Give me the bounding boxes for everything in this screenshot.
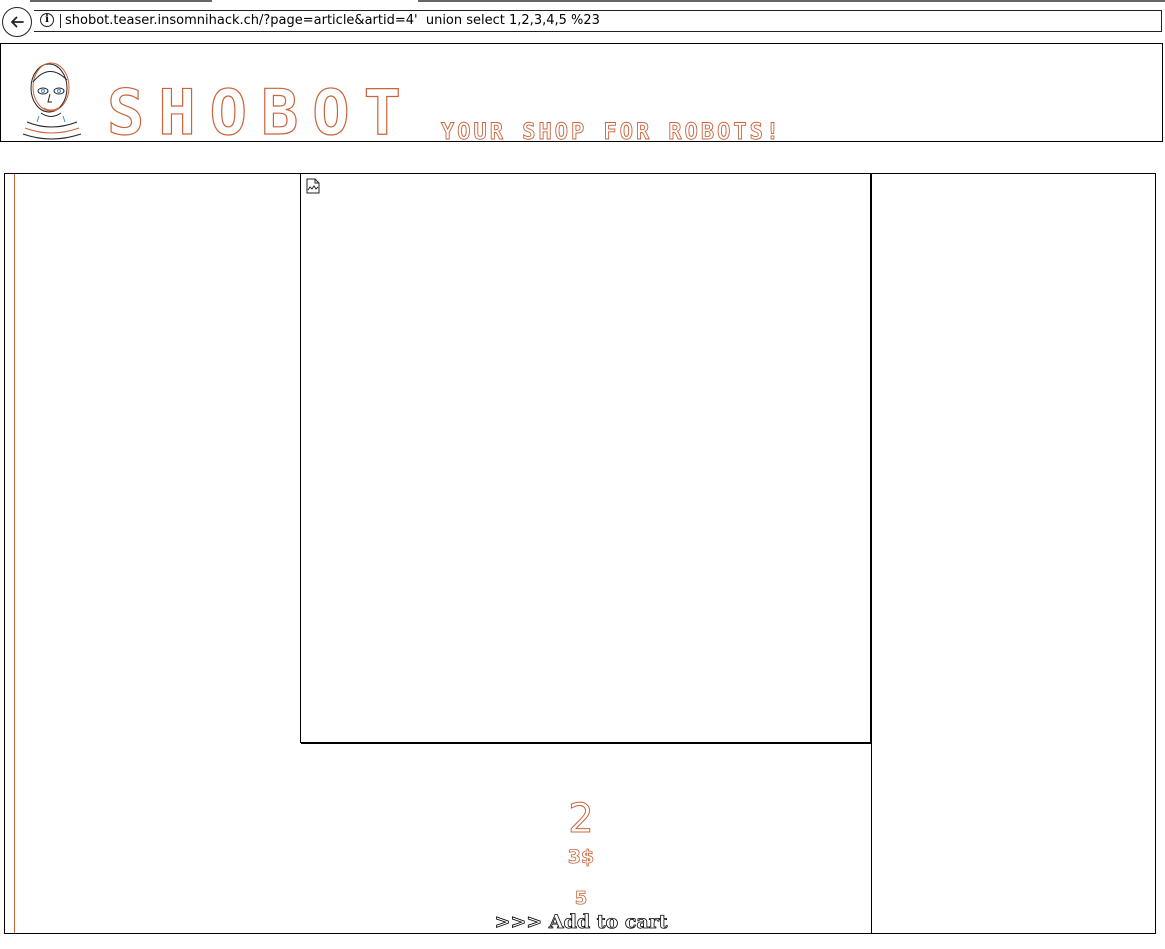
article-image [300,173,871,743]
article-title: 2 [568,796,594,843]
url-separator [60,14,61,28]
url-text[interactable]: shobot.teaser.insomnihack.ch/?page=artic… [65,13,600,28]
add-to-cart-link[interactable]: >>> Add to cart [5,911,1157,934]
info-icon[interactable]: i [40,13,54,27]
header-banner: SHOBOT YOUR SHOP FOR ROBOTS! [0,43,1163,142]
broken-image-icon [306,178,320,194]
site-logo[interactable]: SHOBOT [106,81,415,141]
site-tagline: YOUR SHOP FOR ROBOTS! [441,120,783,142]
article-price: 3$ [567,846,595,869]
back-button[interactable] [2,7,32,37]
address-bar: i shobot.teaser.insomnihack.ch/?page=art… [0,6,1165,38]
page: i shobot.teaser.insomnihack.ch/?page=art… [0,0,1165,949]
url-field[interactable]: i shobot.teaser.insomnihack.ch/?page=art… [34,10,1162,32]
article-quantity: 5 [574,888,588,910]
article-content: 2 3$ 5 >>> Add to cart [4,173,1156,934]
tab-strip [0,0,1165,3]
back-arrow-icon [11,16,24,28]
robot-head-icon [22,62,82,140]
